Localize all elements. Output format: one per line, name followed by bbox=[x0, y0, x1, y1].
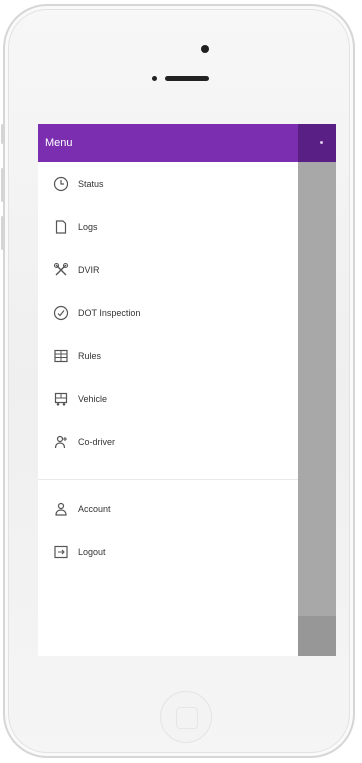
menu-item-label: Rules bbox=[78, 350, 102, 361]
user-plus-icon bbox=[52, 433, 70, 451]
menu-item-label: DVIR bbox=[78, 264, 100, 275]
home-button[interactable] bbox=[160, 691, 212, 743]
check-circle-icon bbox=[52, 304, 70, 322]
overflow-icon bbox=[320, 141, 323, 144]
truck-icon bbox=[52, 390, 70, 408]
drawer-scrim[interactable] bbox=[298, 124, 336, 656]
menu-item-label: Status bbox=[78, 178, 104, 189]
logout-icon bbox=[52, 543, 70, 561]
clock-icon bbox=[52, 175, 70, 193]
menu-item-logs[interactable]: Logs bbox=[38, 205, 298, 248]
menu-item-account[interactable]: Account bbox=[38, 487, 298, 530]
mute-switch bbox=[1, 124, 4, 144]
menu-item-dot-inspection[interactable]: DOT Inspection bbox=[38, 291, 298, 334]
app-bar-behind-scrim bbox=[298, 124, 336, 162]
tools-icon bbox=[52, 261, 70, 279]
proximity-sensor bbox=[152, 76, 157, 81]
navigation-drawer: Status Logs DVIR DOT Inspection Rules Ve… bbox=[38, 162, 298, 656]
menu-item-dvir[interactable]: DVIR bbox=[38, 248, 298, 291]
menu-item-label: Logs bbox=[78, 221, 98, 232]
menu-item-label: Vehicle bbox=[78, 393, 108, 404]
bottom-bar-behind-scrim bbox=[298, 616, 336, 656]
volume-up-button bbox=[1, 168, 4, 202]
menu-item-label: Logout bbox=[78, 546, 106, 557]
document-icon bbox=[52, 218, 70, 236]
account-icon bbox=[52, 500, 70, 518]
earpiece-speaker bbox=[165, 76, 209, 81]
menu-item-label: Account bbox=[78, 503, 111, 514]
menu-item-co-driver[interactable]: Co-driver bbox=[38, 420, 298, 463]
menu-item-rules[interactable]: Rules bbox=[38, 334, 298, 377]
menu-item-logout[interactable]: Logout bbox=[38, 530, 298, 573]
menu-item-status[interactable]: Status bbox=[38, 162, 298, 205]
menu-header: Menu bbox=[38, 124, 298, 162]
menu-title: Menu bbox=[45, 137, 73, 149]
menu-item-label: DOT Inspection bbox=[78, 307, 141, 318]
app-screen: Menu Status Logs DVIR DOT Inspection Rul… bbox=[38, 124, 336, 656]
front-camera bbox=[201, 45, 209, 53]
menu-item-label: Co-driver bbox=[78, 436, 116, 447]
rules-icon bbox=[52, 347, 70, 365]
volume-down-button bbox=[1, 216, 4, 250]
menu-item-vehicle[interactable]: Vehicle bbox=[38, 377, 298, 420]
menu-divider bbox=[38, 479, 298, 480]
